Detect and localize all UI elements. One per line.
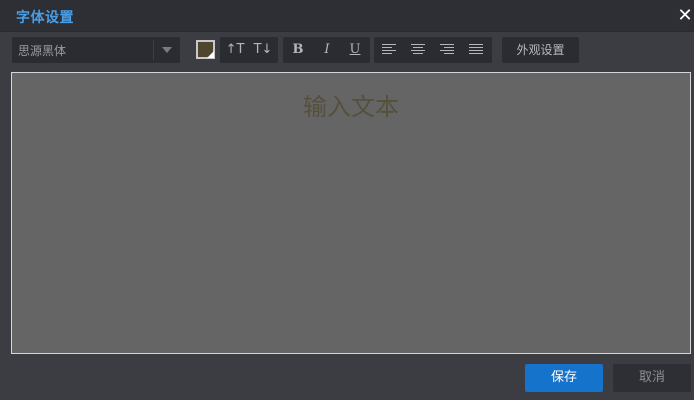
chevron-down-icon[interactable] xyxy=(162,47,172,53)
align-left-button[interactable] xyxy=(375,37,403,63)
font-family-value: 思源黑体 xyxy=(18,44,67,58)
save-button[interactable]: 保存 xyxy=(525,364,603,392)
cancel-button[interactable]: 取消 xyxy=(613,364,691,392)
font-family-select[interactable]: 思源黑体 xyxy=(12,37,180,63)
text-style-group: B I U xyxy=(283,37,370,63)
align-left-icon xyxy=(382,44,396,56)
align-justify-button[interactable] xyxy=(462,37,490,63)
alignment-group xyxy=(374,37,492,63)
font-settings-dialog: 字体设置 ✕ 思源黑体 ↑T T↓ B I U 外观设置 输入文本 保存 取消 xyxy=(0,0,694,400)
align-right-icon xyxy=(440,44,454,56)
bold-button[interactable]: B xyxy=(284,37,312,63)
font-size-group: ↑T T↓ xyxy=(220,37,278,63)
text-editor[interactable]: 输入文本 xyxy=(11,72,691,354)
underline-button[interactable]: U xyxy=(341,37,369,63)
color-dropdown-icon xyxy=(207,51,214,58)
align-right-button[interactable] xyxy=(433,37,461,63)
dialog-title: 字体设置 xyxy=(16,10,74,26)
editor-placeholder: 输入文本 xyxy=(303,93,399,121)
increase-font-size-button[interactable]: ↑T xyxy=(221,37,249,63)
title-bar: 字体设置 ✕ xyxy=(0,0,694,32)
text-color-picker[interactable] xyxy=(196,40,215,59)
appearance-settings-button[interactable]: 外观设置 xyxy=(502,37,579,63)
decrease-font-size-button[interactable]: T↓ xyxy=(249,37,277,63)
align-center-icon xyxy=(411,44,425,56)
close-icon[interactable]: ✕ xyxy=(676,4,694,28)
select-divider xyxy=(153,40,154,60)
align-justify-icon xyxy=(469,44,483,56)
align-center-button[interactable] xyxy=(404,37,432,63)
italic-button[interactable]: I xyxy=(313,37,341,63)
